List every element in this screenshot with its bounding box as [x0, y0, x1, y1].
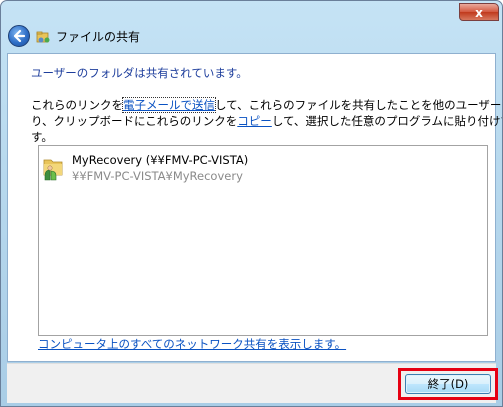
email-link[interactable]: 電子メールで送信 [122, 97, 216, 113]
finish-button[interactable]: 終了(D) [405, 374, 491, 394]
desc-text-3: り、クリップボードにこれらのリンクを [31, 114, 238, 128]
back-button[interactable] [8, 25, 30, 47]
back-arrow-icon [13, 29, 26, 43]
copy-link[interactable]: コピー [237, 114, 272, 128]
desc-text-1: これらのリンクを [31, 98, 123, 112]
title-bar: x ファイルの共有 [1, 1, 502, 53]
shared-folder-icon [43, 159, 63, 181]
desc-text-5: す。 [31, 130, 53, 144]
shared-status-heading: ユーザーのフォルダは共有されています。 [31, 66, 248, 80]
sharing-description: これらのリンクを電子メールで送信して、これらのファイルを共有したことを他のユーザ… [31, 97, 502, 145]
desc-text-2: して、これらのファイルを共有したことを他のユーザーに通知した [215, 98, 502, 112]
sharing-icon [36, 31, 50, 43]
desc-text-4: して、選択した任意のプログラムに貼り付けてできま [271, 114, 502, 128]
shared-item-path: ¥¥FMV-PC-VISTA¥MyRecovery [72, 169, 243, 183]
show-all-shares-link[interactable]: コンピュータ上のすべてのネットワーク共有を表示します。 [38, 337, 346, 351]
window-title: ファイルの共有 [56, 30, 141, 44]
file-sharing-window: x ファイルの共有 ユーザーのフォルダは共有されています。 これらのリンクを電子… [0, 0, 503, 407]
shared-item-name[interactable]: MyRecovery (¥¥FMV-PC-VISTA) [72, 153, 248, 167]
close-button[interactable]: x [459, 3, 499, 21]
